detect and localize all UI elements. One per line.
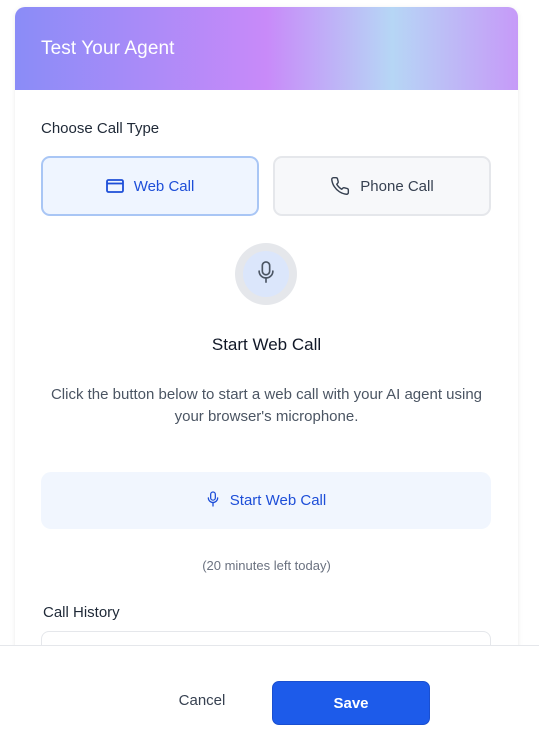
microphone-icon <box>206 490 220 512</box>
phone-icon <box>330 176 350 196</box>
microphone-icon <box>255 260 277 289</box>
browser-window-icon <box>105 178 124 194</box>
cancel-button[interactable]: Cancel <box>157 679 247 721</box>
call-type-label: Choose Call Type <box>41 120 160 137</box>
start-web-call-button-label: Start Web Call <box>229 492 327 509</box>
start-web-call-heading: Start Web Call <box>211 335 322 354</box>
dialog-title: Test Your Agent <box>41 37 175 59</box>
call-history-label: Call History <box>43 604 120 621</box>
save-button[interactable]: Save <box>272 681 430 725</box>
phone-call-option[interactable]: Phone Call <box>273 156 491 216</box>
phone-call-option-label: Phone Call <box>360 177 434 195</box>
test-agent-page: Test Your Agent Choose Call Type Web Cal… <box>0 0 539 734</box>
test-agent-card: Test Your Agent Choose Call Type Web Cal… <box>15 7 518 667</box>
start-web-call-button[interactable]: Start Web Call <box>41 472 491 529</box>
minutes-remaining: (20 minutes left today) <box>202 558 331 573</box>
web-call-option-label: Web Call <box>133 177 195 195</box>
dialog-footer: Cancel Save <box>0 645 539 734</box>
card-header: Test Your Agent <box>15 7 518 90</box>
web-call-option[interactable]: Web Call <box>41 156 259 216</box>
microphone-badge <box>235 243 297 305</box>
start-web-call-description: Click the button below to start a web ca… <box>50 386 483 425</box>
